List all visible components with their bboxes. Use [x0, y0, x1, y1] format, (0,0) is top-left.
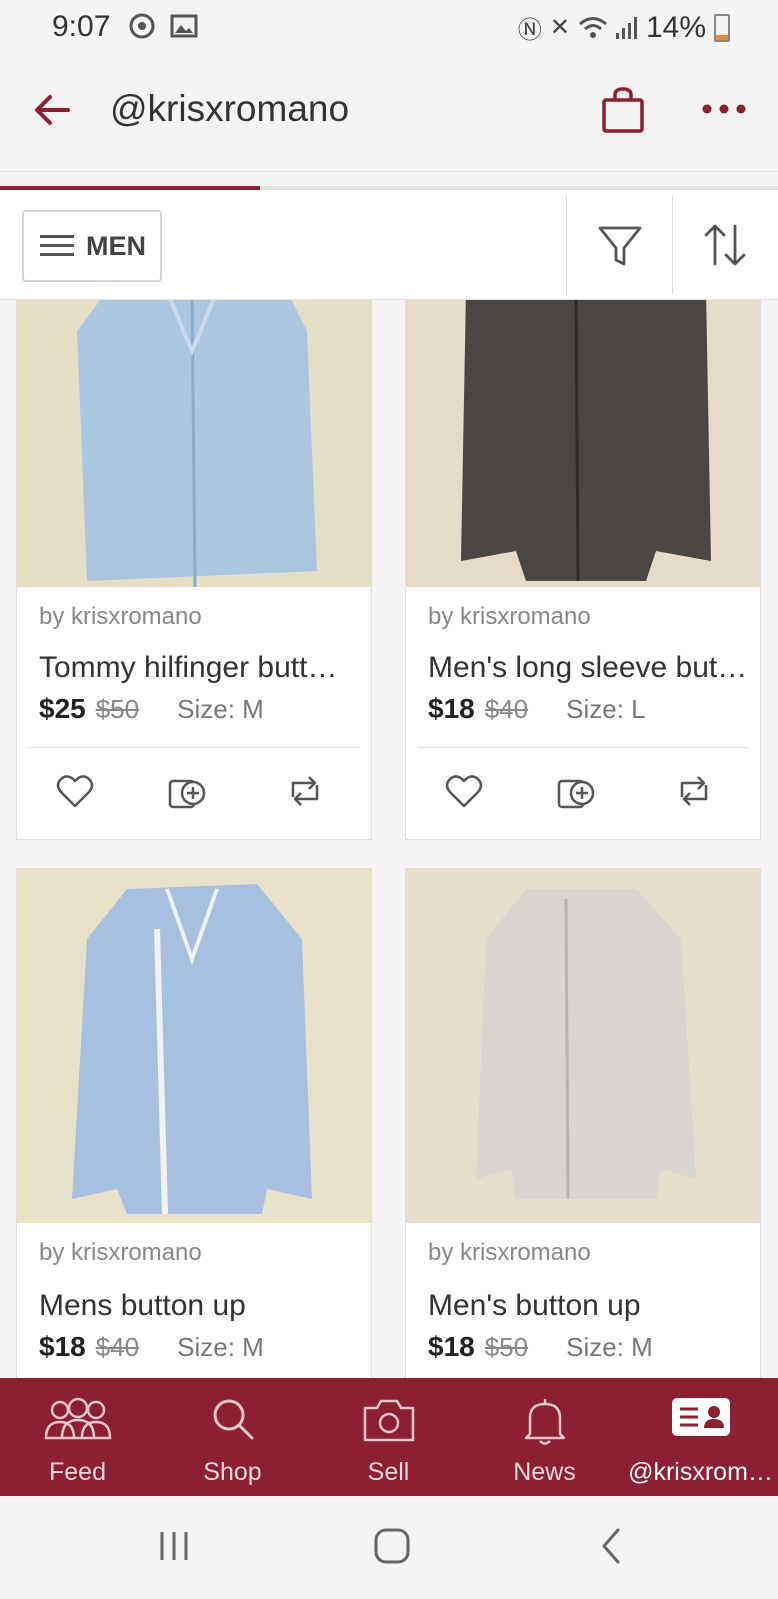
listing-price: $18 [428, 693, 475, 724]
recent-apps-icon[interactable] [156, 1528, 192, 1564]
listing-actions [406, 761, 760, 821]
listing-original-price: $40 [484, 694, 529, 724]
back-arrow-icon[interactable] [30, 88, 74, 132]
listing-title[interactable]: Men's long sleeve but… [428, 651, 748, 685]
wifi-icon [578, 16, 607, 38]
listing-actions [17, 761, 371, 821]
listing-photo[interactable] [17, 869, 371, 1223]
heart-icon[interactable] [55, 771, 95, 811]
category-filter-label: MEN [86, 230, 146, 261]
add-to-bundle-icon[interactable] [556, 771, 596, 811]
listing-price: $18 [39, 1331, 86, 1362]
listing-seller: by krisxromano [39, 1239, 202, 1266]
more-options-icon[interactable] [702, 102, 746, 116]
category-filter-button[interactable]: MEN [22, 210, 162, 282]
listing-grid: by krisxromano Tommy hilfinger butt… $25… [0, 300, 778, 1378]
nav-item-feed[interactable]: Feed [0, 1378, 155, 1496]
shirt-shape [72, 884, 312, 1214]
listing-photo[interactable] [406, 869, 760, 1223]
nav-label: Shop [203, 1458, 262, 1486]
listing-photo[interactable] [17, 300, 371, 587]
listing-original-price: $50 [95, 694, 140, 724]
status-bar: 9:07 Ⓝ ✕ 14% [0, 0, 778, 52]
profile-card-icon [671, 1398, 730, 1436]
bell-icon [524, 1399, 565, 1445]
listing-seller: by krisxromano [39, 603, 202, 630]
shirt-shape [476, 889, 696, 1199]
divider [29, 747, 359, 748]
app-bar: @krisxromano [0, 52, 778, 172]
sort-icon[interactable] [700, 220, 750, 270]
nav-label: News [513, 1458, 576, 1486]
listing-price: $25 [39, 693, 86, 724]
listing-seller: by krisxromano [428, 603, 591, 630]
listing-title[interactable]: Men's button up [428, 1289, 748, 1323]
nav-label: Sell [367, 1458, 410, 1486]
menu-icon [40, 235, 74, 257]
status-time: 9:07 [52, 10, 111, 43]
listing-size: Size: M [177, 1332, 264, 1362]
bottom-nav: Feed Shop Sell News @krisxrom… [0, 1378, 778, 1496]
page-title: @krisxromano [110, 88, 350, 129]
image-icon [170, 14, 198, 38]
nav-label: Feed [49, 1458, 106, 1486]
listing-photo[interactable] [406, 300, 760, 587]
mute-icon: ✕ [549, 14, 570, 41]
listing-original-price: $40 [95, 1332, 140, 1362]
sync-icon [129, 13, 155, 39]
system-back-icon[interactable] [596, 1526, 626, 1566]
nav-item-news[interactable]: News [467, 1378, 622, 1496]
nav-item-shop[interactable]: Shop [155, 1378, 310, 1496]
heart-icon[interactable] [444, 771, 484, 811]
listing-card[interactable]: by krisxromano Men's button up $18 $50 S… [405, 868, 761, 1378]
battery-percent: 14% [645, 10, 706, 44]
listing-seller: by krisxromano [428, 1239, 591, 1266]
listing-original-price: $50 [484, 1332, 529, 1362]
listing-title[interactable]: Tommy hilfinger butt… [39, 651, 359, 685]
home-icon[interactable] [372, 1526, 412, 1566]
add-to-bundle-icon[interactable] [167, 771, 207, 811]
battery-icon [714, 13, 730, 42]
listing-price: $18 [428, 1331, 475, 1362]
filter-bar: MEN [0, 190, 778, 300]
camera-icon [363, 1399, 414, 1442]
nfc-icon: Ⓝ [517, 17, 542, 44]
nav-item-profile[interactable]: @krisxrom… [623, 1378, 778, 1496]
listing-card[interactable]: by krisxromano Tommy hilfinger butt… $25… [16, 300, 372, 840]
search-icon [213, 1399, 253, 1440]
system-nav-bar [0, 1496, 778, 1599]
nav-label: @krisxrom… [628, 1458, 773, 1486]
share-icon[interactable] [285, 771, 325, 811]
shopping-bag-icon[interactable] [600, 86, 646, 134]
divider [566, 196, 567, 294]
divider [672, 196, 673, 294]
listing-size: Size: M [566, 1332, 653, 1362]
listing-size: Size: L [566, 694, 646, 724]
filter-icon[interactable] [596, 222, 644, 270]
divider [418, 747, 748, 748]
signal-icon [615, 16, 637, 39]
people-icon [44, 1397, 111, 1440]
listing-size: Size: M [177, 694, 264, 724]
listing-title[interactable]: Mens button up [39, 1289, 359, 1323]
listing-card[interactable]: by krisxromano Men's long sleeve but… $1… [405, 300, 761, 840]
share-icon[interactable] [674, 771, 714, 811]
nav-item-sell[interactable]: Sell [311, 1378, 466, 1496]
shirt-shape [461, 300, 711, 581]
listing-card[interactable]: by krisxromano Mens button up $18 $40 Si… [16, 868, 372, 1378]
